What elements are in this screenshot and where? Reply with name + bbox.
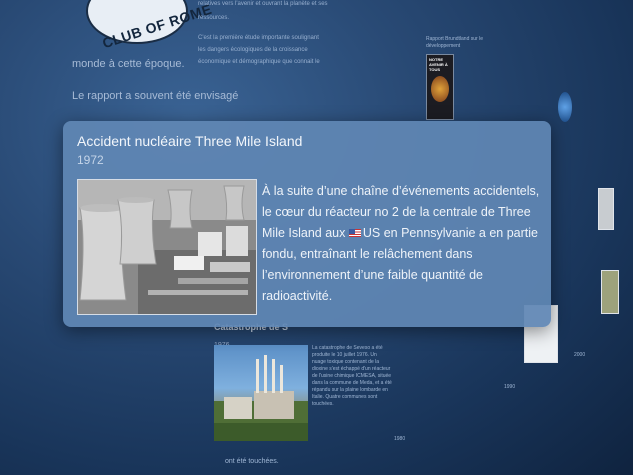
event-detail-card[interactable]: Accident nucléaire Three Mile Island 197… [63,121,551,327]
thumbnail-image[interactable] [598,188,614,230]
book-title: NOTRE AVENIR À TOUS [429,57,448,72]
thumbnail-image[interactable] [601,270,619,314]
event-photo[interactable] [77,179,257,315]
book-cover[interactable]: NOTRE AVENIR À TOUS [426,54,454,120]
event-footer: ont été touchées. [225,458,279,465]
event-photo[interactable] [214,345,308,441]
column-text: C'est la première étude importante souli… [198,35,319,41]
event-body: La catastrophe de Seveso a été produite … [312,345,392,407]
us-flag-icon [348,229,361,237]
factory-photo-art [214,355,308,441]
book-art [431,76,449,102]
column-text: les dangers écologiques de la croissance [198,47,308,53]
column-text: relatives vers l'avenir et ouvrant la pl… [198,1,328,7]
book-heading: Rapport Brundtland sur le développement [426,36,483,49]
event-year: 1972 [77,153,104,167]
event-title: Accident nucléaire Three Mile Island [77,133,303,149]
left-text-line: monde à cette époque. [72,58,185,70]
timeline-wall: CLUB OF ROME monde à cette époque. Le ra… [0,0,633,475]
timeline-year: 2000 [574,352,586,358]
left-text-line: Le rapport a souvent été envisagé [72,90,239,102]
nuclear-plant-photo-art [78,180,256,314]
column-text: ressources. [198,15,230,21]
column-text: économique et démographique que connait … [198,59,320,65]
timeline-year: 1990 [504,384,516,390]
globe-image[interactable] [558,92,572,122]
event-description: À la suite d’une chaîne d’événements acc… [262,181,544,307]
timeline-year: 1980 [394,436,406,442]
